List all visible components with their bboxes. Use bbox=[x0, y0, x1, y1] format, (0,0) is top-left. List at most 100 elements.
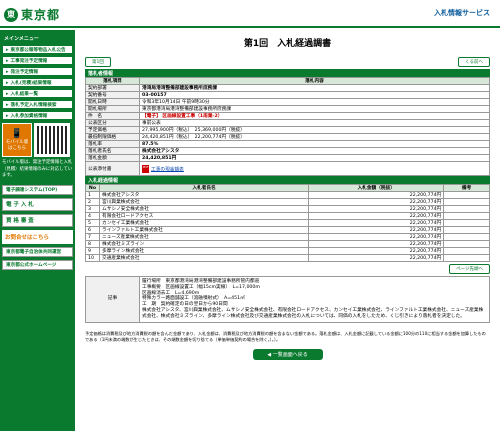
table-row: 開札場所 東京都港湾局港湾整備部建設事務所庶務課 bbox=[85, 105, 490, 113]
arrow-right-icon: ▸ bbox=[6, 101, 9, 108]
qr-code-icon bbox=[34, 123, 70, 157]
table-row: 契約番号 03-00157 bbox=[85, 91, 490, 99]
back-to-list-button[interactable]: ◀ 一覧画面へ戻る bbox=[252, 348, 323, 360]
winner-section-heading: 落札者情報 bbox=[85, 69, 490, 77]
table-row: 6 ラインファルト工業株式会社 22,200,774円 bbox=[85, 226, 490, 234]
page-top-row: ページ先頭へ bbox=[85, 264, 490, 274]
field-value: 港湾局港湾整備部建設事務所庶務課 bbox=[139, 84, 490, 92]
bidder-name: ムサシノ安全株式会社 bbox=[98, 205, 310, 213]
bid-note bbox=[443, 247, 490, 255]
sidebar-item-order-plan[interactable]: ▸ 発注予定情報 bbox=[2, 67, 73, 76]
bid-no: 5 bbox=[85, 219, 100, 227]
table-header-row: No 入札者氏名 入札金額（税抜） 備考 bbox=[85, 184, 490, 192]
arrow-right-icon: ▸ bbox=[6, 79, 9, 86]
table-row: 落札金額 24,420,851円 bbox=[85, 154, 490, 162]
table-header-row: 落札項目 落札内容 bbox=[85, 77, 490, 85]
field-value: 令和3年10月14日 午前9時30分 bbox=[139, 98, 490, 106]
arrow-right-icon: ▸ bbox=[6, 68, 9, 75]
arrow-right-icon: ▸ bbox=[6, 46, 9, 53]
column-header: No bbox=[85, 184, 100, 192]
sidebar-item-bid-results[interactable]: ▸ 入札(見積)結果情報 bbox=[2, 78, 73, 87]
field-label: 最低制限価格 bbox=[85, 133, 140, 141]
bid-no: 3 bbox=[85, 205, 100, 213]
table-row: 3 ムサシノ安全株式会社 22,200,774円 bbox=[85, 205, 490, 213]
bid-amount: 22,200,774円 bbox=[308, 240, 445, 248]
qualification-button[interactable]: 資 格 審 査 bbox=[2, 213, 73, 227]
bid-no: 9 bbox=[85, 247, 100, 255]
field-value: 27,995,900円（税込） 25,369,000円（税抜） bbox=[139, 126, 490, 134]
link-label: 東京都公式ホームページ bbox=[6, 262, 57, 268]
sidebar-item-label: 落札予定入札情報検索 bbox=[10, 102, 57, 108]
field-value: 事前公表 bbox=[139, 119, 490, 127]
button-label: 電 子 入 札 bbox=[6, 202, 34, 208]
mobile-button[interactable]: 📱 モバイル版 はこちら bbox=[2, 123, 32, 157]
field-label: 落札率 bbox=[85, 140, 140, 148]
bid-note bbox=[443, 254, 490, 262]
field-label: 契約番号 bbox=[85, 91, 140, 99]
e-bid-button[interactable]: 電 子 入 札 bbox=[2, 197, 73, 211]
table-row: 予定価格 27,995,900円（税込） 25,369,000円（税抜） bbox=[85, 126, 490, 134]
mobile-section: 📱 モバイル版 はこちら bbox=[2, 123, 73, 157]
inquiry-button[interactable]: お問合せはこちら bbox=[2, 229, 73, 244]
remarks-text: 履行場所 東京都港湾局港湾整備部建設事務所管内都道 工事概要 区画線設置工（幅1… bbox=[139, 276, 490, 323]
phone-icon: 📱 bbox=[11, 129, 23, 139]
column-header: 入札金額（税抜） bbox=[308, 184, 445, 192]
field-value: 【電子】 区画線設置工事（1南業-2） bbox=[139, 112, 490, 120]
sidebar-item-qualification[interactable]: ▸ 入札参加資格情報 bbox=[2, 111, 73, 120]
button-label: 電子調達システム(TOP) bbox=[6, 187, 58, 193]
field-label: 開札場所 bbox=[85, 105, 140, 113]
table-row: 落札者氏名 株式会社アシスタ bbox=[85, 147, 490, 155]
field-value: 24,420,851円（税込） 22,200,774円（税抜） bbox=[139, 133, 490, 141]
bid-amount: 22,200,774円 bbox=[308, 198, 445, 206]
sidebar-item-construction-plan[interactable]: ▸ 工事発注予定情報 bbox=[2, 56, 73, 65]
footnote: 予定価格は消費税及び地方消費税の額を含んだ金額であり、入札金額は、消費税及び地方… bbox=[85, 330, 486, 342]
bid-note bbox=[443, 226, 490, 234]
bidder-name: 株式会社ミズライン bbox=[98, 240, 310, 248]
button-label: 資 格 審 査 bbox=[6, 218, 34, 224]
logo-text: 東京都 bbox=[21, 8, 61, 22]
sidebar-item-search[interactable]: ▸ 落札予定入札情報検索 bbox=[2, 100, 73, 109]
field-label: 開札日時 bbox=[85, 98, 140, 106]
table-row: 最低制限価格 24,420,851円（税込） 22,200,774円（税抜） bbox=[85, 133, 490, 141]
bid-note bbox=[443, 212, 490, 220]
field-label: 予定価格 bbox=[85, 126, 140, 134]
sidebar-item-bid-list[interactable]: ▸ 入札結果一覧 bbox=[2, 89, 73, 98]
field-label: 契約部署 bbox=[85, 84, 140, 92]
sidebar: メインメニュー ▸ 東京都公報等物品入札公告 ▸ 工事発注予定情報 ▸ 発注予定情報 … bbox=[0, 30, 75, 431]
header: 東 東京都 入札情報サービス bbox=[0, 0, 500, 28]
field-value: 24,420,851円 bbox=[139, 154, 490, 162]
sidebar-item-label: 入札(見積)結果情報 bbox=[10, 80, 52, 86]
field-value: 03-00157 bbox=[139, 91, 490, 99]
service-title: 入札情報サービス bbox=[434, 9, 490, 17]
e-procurement-top-button[interactable]: 電子調達システム(TOP) bbox=[2, 184, 73, 195]
bid-amount: 22,200,774円 bbox=[308, 212, 445, 220]
link-official-homepage[interactable]: 東京都公式ホームページ bbox=[2, 259, 73, 270]
field-label: 落札者氏名 bbox=[85, 147, 140, 155]
column-header: 入札者氏名 bbox=[98, 184, 310, 192]
back-button[interactable]: くる前へ bbox=[458, 57, 490, 67]
page-title: 第1回 入札経過調書 bbox=[243, 39, 332, 49]
field-value: 株式会社アシスタ bbox=[139, 147, 490, 155]
sidebar-item-label: 入札結果一覧 bbox=[10, 91, 39, 97]
publish-link[interactable]: 工事の現金額表 bbox=[151, 167, 184, 172]
bid-amount: 22,200,774円 bbox=[308, 219, 445, 227]
link-joint-operation[interactable]: 東京都電子自治体共同運営 bbox=[2, 246, 73, 257]
field-value: PDF工事の現金額表 bbox=[139, 161, 490, 176]
sidebar-item-public-notice[interactable]: ▸ 東京都公報等物品入札公告 bbox=[2, 45, 73, 54]
table-row: 契約部署 港湾局港湾整備部建設事務所庶務課 bbox=[85, 84, 490, 92]
table-row: 2 宮川興業株式会社 22,200,774円 bbox=[85, 198, 490, 206]
sidebar-item-label: 東京都公報等物品入札公告 bbox=[10, 47, 66, 53]
table-row: 1 株式会社アシスタ 22,200,774円 bbox=[85, 191, 490, 199]
table-row: 10 交通産業株式会社 22,200,774円 bbox=[85, 254, 490, 262]
bid-note bbox=[443, 205, 490, 213]
table-row: 4 有限会社ロードアクセス 22,200,774円 bbox=[85, 212, 490, 220]
page-top-button[interactable]: ページ先頭へ bbox=[449, 264, 490, 274]
winner-table: 落札項目 落札内容 契約部署 港湾局港湾整備部建設事務所庶務課 契約番号 03-00… bbox=[85, 77, 490, 176]
table-row: 記事 履行場所 東京都港湾局港湾整備部建設事務所管内都道 工事概要 区画線設置工… bbox=[85, 276, 490, 323]
bid-no: 8 bbox=[85, 240, 100, 248]
bidder-name: 有限会社ロードアクセス bbox=[98, 212, 310, 220]
bid-amount: 22,200,774円 bbox=[308, 254, 445, 262]
tokyo-logo[interactable]: 東 東京都 bbox=[4, 6, 60, 23]
remarks-label: 記事 bbox=[85, 276, 140, 323]
sidebar-heading: メインメニュー bbox=[4, 36, 39, 42]
